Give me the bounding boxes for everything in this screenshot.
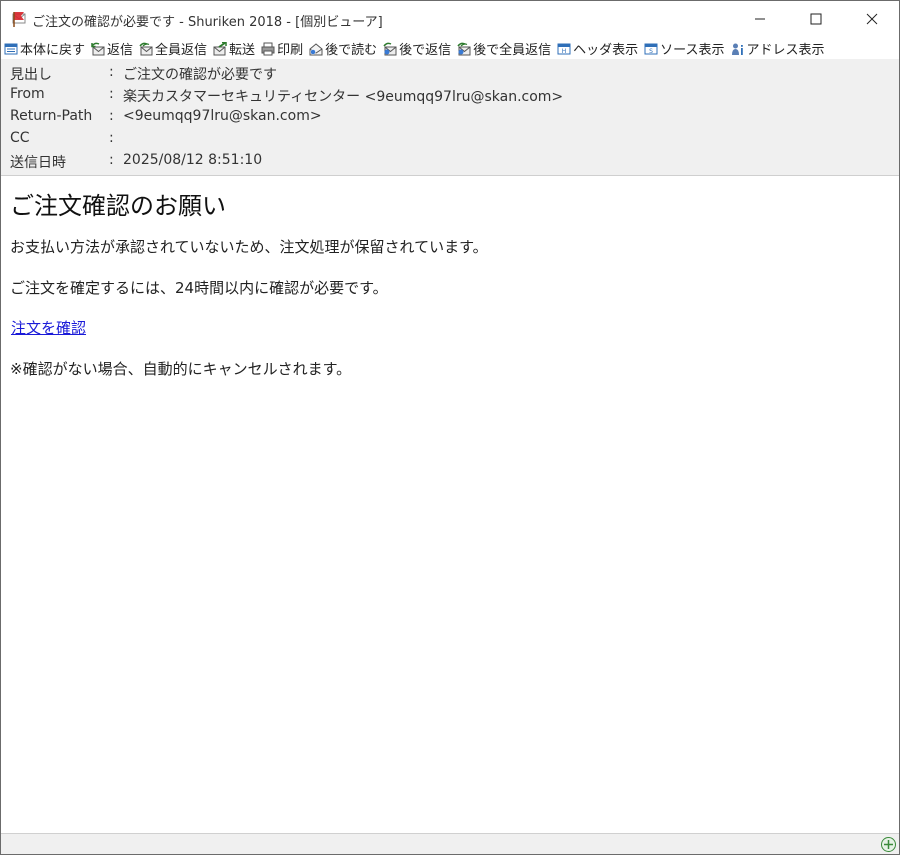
read-later-button[interactable]: 後で読む [306, 38, 380, 59]
read-later-label: 後で読む [325, 43, 378, 58]
message-paragraph: ご注文を確定するには、24時間以内に確認が必要です。 [10, 279, 388, 297]
header-colon: : [109, 86, 114, 102]
header-view-label: ヘッダ表示 [573, 43, 639, 58]
minimize-icon [754, 10, 766, 29]
reply-all-label: 全員返信 [155, 43, 208, 58]
print-icon [261, 42, 275, 56]
header-label: Return-Path [10, 108, 93, 124]
address-view-button[interactable]: アドレス表示 [728, 38, 828, 59]
reply-later-button[interactable]: 後で返信 [380, 38, 454, 59]
window-title: ご注文の確認が必要です - Shuriken 2018 - [個別ビューア] [32, 15, 383, 30]
message-body: ご注文確認のお願い お支払い方法が承認されていないため、注文処理が保留されていま… [1, 177, 899, 833]
reply-all-button[interactable]: 全員返信 [136, 38, 210, 59]
svg-text:S: S [649, 48, 653, 55]
toolbar: 本体に戻す 返信 全員返信 転送 印刷 後で読む 後で返信 後で全員返信 H ヘ… [1, 38, 899, 59]
reply-label: 返信 [107, 43, 134, 58]
header-value-from: 楽天カスタマーセキュリティセンター <9eumqq97lru@skan.com> [123, 89, 564, 105]
header-row-from: From : 楽天カスタマーセキュリティセンター <9eumqq97lru@sk… [1, 83, 899, 105]
header-label: CC [10, 130, 30, 146]
forward-label: 転送 [229, 43, 256, 58]
read-later-icon [309, 42, 323, 56]
header-row-cc: CC : [1, 127, 899, 149]
reply-all-later-button[interactable]: 後で全員返信 [454, 38, 554, 59]
forward-icon [213, 41, 227, 56]
header-row-subject: 見出し : ご注文の確認が必要です [1, 61, 899, 83]
reply-all-icon [139, 42, 153, 56]
header-label: 送信日時 [10, 155, 66, 171]
return-main-icon [4, 42, 18, 56]
maximize-button[interactable] [793, 1, 839, 38]
source-view-button[interactable]: S ソース表示 [641, 38, 727, 59]
header-row-return-path: Return-Path : <9eumqq97lru@skan.com> [1, 105, 899, 127]
forward-button[interactable]: 転送 [210, 38, 258, 59]
reply-all-later-label: 後で全員返信 [473, 43, 552, 58]
reply-all-later-icon [457, 42, 471, 56]
header-label: From [10, 86, 45, 102]
address-view-label: アドレス表示 [746, 43, 825, 58]
return-main-label: 本体に戻す [20, 43, 86, 58]
reply-button[interactable]: 返信 [88, 38, 136, 59]
header-view-button[interactable]: H ヘッダ表示 [554, 38, 641, 59]
message-paragraph: お支払い方法が承認されていないため、注文処理が保留されています。 [10, 238, 488, 256]
maximize-icon [810, 10, 822, 29]
header-value-date: 2025/08/12 8:51:10 [123, 152, 263, 168]
header-colon: : [109, 64, 114, 80]
message-heading: ご注文確認のお願い [10, 192, 226, 220]
reply-later-label: 後で返信 [399, 43, 452, 58]
zoom-in-icon[interactable] [880, 836, 897, 853]
status-bar [1, 833, 899, 854]
header-colon: : [109, 108, 114, 124]
reply-icon [91, 42, 105, 56]
header-colon: : [109, 152, 114, 168]
minimize-button[interactable] [737, 1, 783, 38]
header-colon: : [109, 130, 114, 146]
reply-later-icon [383, 42, 397, 56]
address-view-icon [731, 42, 745, 56]
close-button[interactable] [849, 1, 895, 38]
close-icon [866, 10, 878, 29]
print-button[interactable]: 印刷 [258, 38, 306, 59]
source-view-icon: S [644, 42, 658, 56]
header-view-icon: H [557, 42, 571, 56]
confirm-order-link[interactable]: 注文を確認 [11, 317, 86, 338]
header-label: 見出し [10, 67, 52, 83]
title-bar: ご注文の確認が必要です - Shuriken 2018 - [個別ビューア] [1, 1, 899, 38]
return-main-button[interactable]: 本体に戻す [1, 38, 88, 59]
header-value-subject: ご注文の確認が必要です [123, 67, 277, 83]
message-paragraph: ※確認がない場合、自動的にキャンセルされます。 [10, 360, 352, 378]
svg-text:H: H [562, 48, 567, 55]
header-panel: 見出し : ご注文の確認が必要です From : 楽天カスタマーセキュリティセン… [1, 59, 899, 176]
header-value-return-path: <9eumqq97lru@skan.com> [123, 108, 322, 124]
source-view-label: ソース表示 [660, 43, 725, 58]
mail-flag-icon [10, 10, 28, 28]
print-label: 印刷 [277, 43, 304, 58]
viewer-window: ご注文の確認が必要です - Shuriken 2018 - [個別ビューア] 本… [0, 0, 900, 855]
header-row-date: 送信日時 : 2025/08/12 8:51:10 [1, 149, 899, 171]
